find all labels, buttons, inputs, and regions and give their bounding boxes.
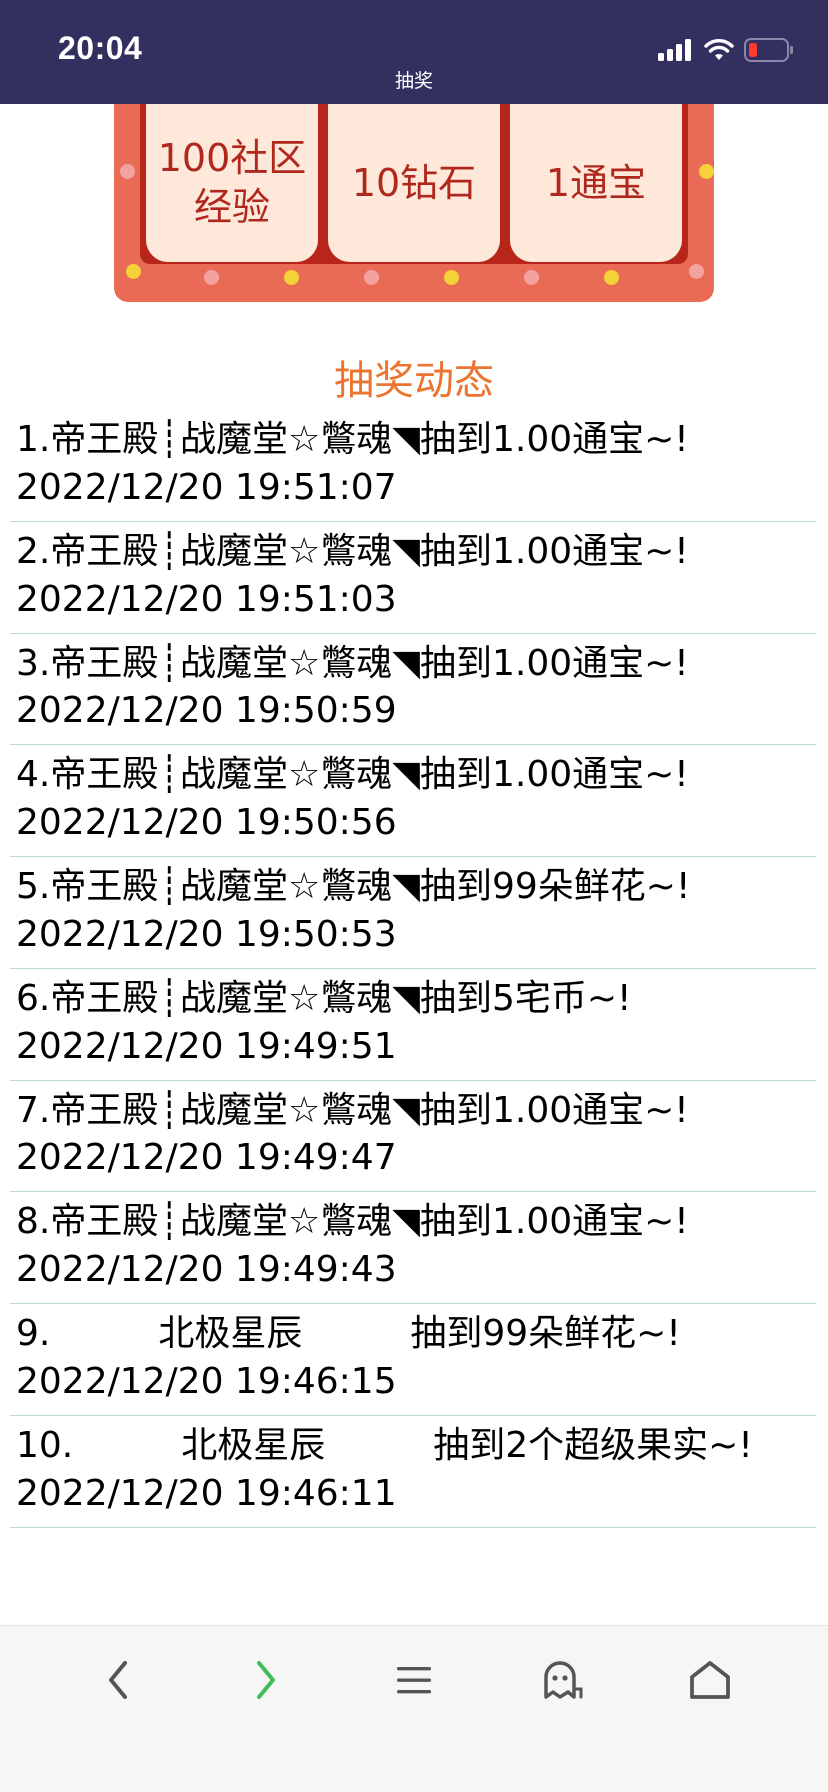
list-item: 2.帝王殿┊战魔堂☆鷩魂◥抽到1.00通宝~! 2022/12/20 19:51… [10, 522, 816, 634]
record-time: 2022/12/20 19:46:15 [16, 1360, 397, 1402]
prize-label: 100社区 经验 [157, 136, 307, 229]
record-text: 8.帝王殿┊战魔堂☆鷩魂◥抽到1.00通宝~! [16, 1201, 689, 1243]
record-time: 2022/12/20 19:49:43 [16, 1249, 397, 1291]
list-item: 8.帝王殿┊战魔堂☆鷩魂◥抽到1.00通宝~! 2022/12/20 19:49… [10, 1192, 816, 1304]
record-time: 2022/12/20 19:51:03 [16, 578, 397, 620]
record-text: 4.帝王殿┊战魔堂☆鷩魂◥抽到1.00通宝~! [16, 754, 689, 796]
menu-icon [397, 1667, 431, 1694]
home-button[interactable] [680, 1650, 740, 1710]
signal-icon [658, 39, 691, 61]
ghost-icon [544, 1661, 583, 1699]
forward-icon [257, 1661, 275, 1699]
light-dot [689, 264, 704, 279]
menu-button[interactable] [384, 1650, 444, 1710]
record-time: 2022/12/20 19:50:59 [16, 690, 397, 732]
list-item: 6.帝王殿┊战魔堂☆鷩魂◥抽到5宅币~! 2022/12/20 19:49:51 [10, 969, 816, 1081]
light-dot [204, 270, 219, 285]
list-item: 9. 北极星辰 抽到99朵鲜花~! 2022/12/20 19:46:15 [10, 1304, 816, 1416]
prize-card-diamond: 10钻石 [328, 104, 500, 262]
back-button[interactable] [88, 1650, 148, 1710]
home-icon [690, 1661, 730, 1699]
record-text: 3.帝王殿┊战魔堂☆鷩魂◥抽到1.00通宝~! [16, 642, 689, 684]
list-item: 7.帝王殿┊战魔堂☆鷩魂◥抽到1.00通宝~! 2022/12/20 19:49… [10, 1081, 816, 1193]
list-item: 3.帝王殿┊战魔堂☆鷩魂◥抽到1.00通宝~! 2022/12/20 19:50… [10, 634, 816, 746]
light-dot [126, 264, 141, 279]
record-text: 2.帝王殿┊战魔堂☆鷩魂◥抽到1.00通宝~! [16, 530, 689, 572]
ghost-button[interactable] [532, 1650, 592, 1710]
section-title: 抽奖动态 [334, 358, 494, 404]
record-time: 2022/12/20 19:50:53 [16, 913, 397, 955]
record-time: 2022/12/20 19:49:47 [16, 1137, 397, 1179]
record-time: 2022/12/20 19:51:07 [16, 466, 397, 508]
record-text: 5.帝王殿┊战魔堂☆鷩魂◥抽到99朵鲜花~! [16, 866, 691, 907]
browser-toolbar [0, 1625, 828, 1792]
record-text: 9. 北极星辰 抽到99朵鲜花~! [16, 1313, 681, 1354]
status-icons [658, 36, 794, 64]
light-dot [699, 164, 714, 179]
draw-records-list[interactable]: 1.帝王殿┊战魔堂☆鷩魂◥抽到1.00通宝~! 2022/12/20 19:51… [10, 410, 816, 1625]
prize-wheel-inner: 100社区 经验 10钻石 1通宝 [140, 104, 688, 264]
light-dot [284, 270, 299, 285]
record-time: 2022/12/20 19:46:11 [16, 1472, 397, 1514]
list-item: 4.帝王殿┊战魔堂☆鷩魂◥抽到1.00通宝~! 2022/12/20 19:50… [10, 745, 816, 857]
prize-label: 1通宝 [545, 160, 647, 205]
record-text: 10. 北极星辰 抽到2个超级果实~! [16, 1424, 753, 1466]
list-item: 1.帝王殿┊战魔堂☆鷩魂◥抽到1.00通宝~! 2022/12/20 19:51… [10, 410, 816, 522]
prize-label: 10钻石 [351, 160, 477, 205]
record-text: 6.帝王殿┊战魔堂☆鷩魂◥抽到5宅币~! [16, 977, 632, 1019]
light-dot [444, 270, 459, 285]
record-text: 1.帝王殿┊战魔堂☆鷩魂◥抽到1.00通宝~! [16, 419, 689, 460]
record-time: 2022/12/20 19:49:51 [16, 1025, 397, 1067]
wifi-icon [704, 39, 734, 60]
back-icon [109, 1661, 127, 1699]
list-item: 5.帝王殿┊战魔堂☆鷩魂◥抽到99朵鲜花~! 2022/12/20 19:50:… [10, 857, 816, 969]
status-bar: 20:04 抽奖 [0, 0, 828, 104]
light-dot [120, 164, 135, 179]
battery-icon [744, 38, 793, 62]
forward-button[interactable] [236, 1650, 296, 1710]
list-item: 10. 北极星辰 抽到2个超级果实~! 2022/12/20 19:46:11 [10, 1416, 816, 1528]
page-title: 抽奖 [394, 70, 433, 92]
prize-card-exp: 100社区 经验 [146, 104, 318, 262]
status-time: 20:04 [58, 30, 143, 66]
light-dot [364, 270, 379, 285]
light-dot [604, 270, 619, 285]
prize-wheel: 100社区 经验 10钻石 1通宝 [114, 104, 714, 302]
light-dot [524, 270, 539, 285]
prize-card-tongbao: 1通宝 [510, 104, 682, 262]
record-time: 2022/12/20 19:50:56 [16, 802, 397, 844]
record-text: 7.帝王殿┊战魔堂☆鷩魂◥抽到1.00通宝~! [16, 1089, 689, 1131]
